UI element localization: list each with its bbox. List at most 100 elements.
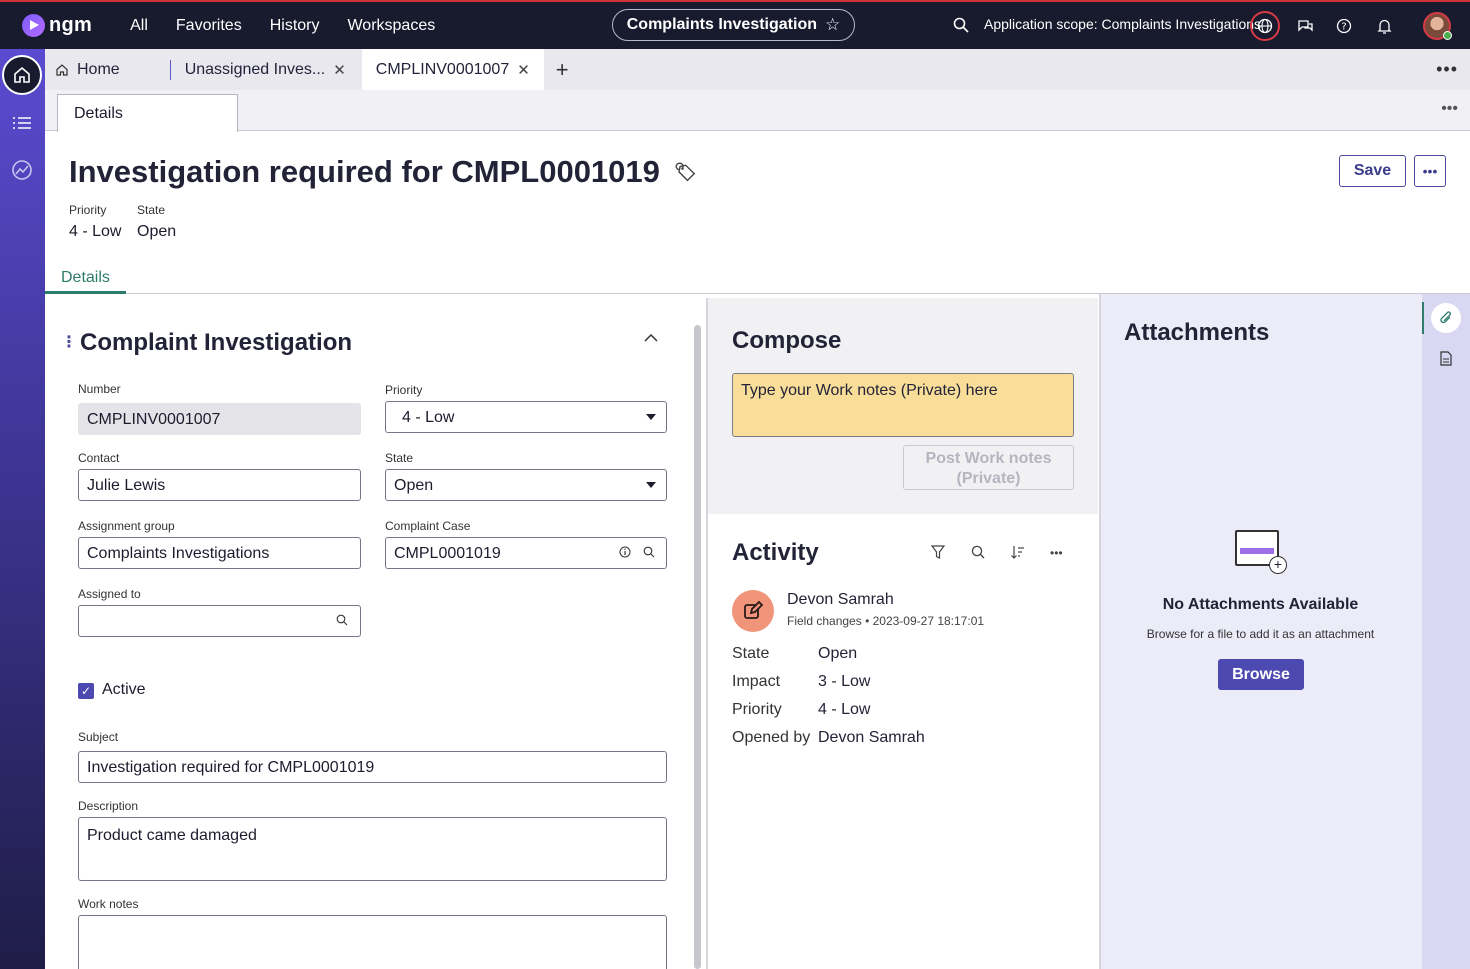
header-priority-label: Priority	[69, 203, 107, 217]
search-icon[interactable]	[643, 546, 655, 558]
new-tab-icon[interactable]: +	[556, 57, 569, 83]
home-small-icon	[56, 63, 68, 76]
activity-author: Devon Samrah	[787, 591, 894, 608]
work-notes-field[interactable]	[78, 915, 667, 969]
complaint-case-value: CMPL0001019	[394, 545, 501, 562]
nav-favorites[interactable]: Favorites	[176, 17, 242, 35]
paperclip-icon[interactable]	[1431, 303, 1461, 333]
header-state: State Open	[137, 203, 176, 241]
info-icon[interactable]	[619, 546, 631, 558]
top-navigation: ngm All Favorites History Workspaces Com…	[0, 0, 1470, 49]
record-title: Investigation required for CMPL0001019	[69, 154, 660, 189]
close-icon[interactable]: ✕	[517, 61, 530, 79]
activity-type: Field changes	[787, 614, 862, 628]
more-actions-button[interactable]: •••	[1414, 155, 1446, 187]
assignment-group-field[interactable]: Complaints Investigations	[78, 537, 361, 569]
svg-text:?: ?	[1341, 22, 1346, 33]
plus-icon: +	[1269, 556, 1287, 574]
workspace-pill[interactable]: Complaints Investigation ☆	[612, 9, 855, 41]
app-logo[interactable]: ngm	[22, 14, 92, 37]
record-tabs: Home Unassigned Inves... ✕ CMPLINV000100…	[45, 49, 1470, 90]
bell-icon[interactable]	[1369, 11, 1399, 41]
search-icon[interactable]	[336, 614, 348, 626]
search-icon[interactable]	[953, 17, 969, 33]
filter-icon[interactable]	[931, 545, 945, 560]
logo-icon	[22, 14, 45, 37]
globe-icon[interactable]	[1250, 11, 1280, 41]
more-icon[interactable]: •••	[1050, 546, 1063, 560]
tab-details[interactable]: Details	[61, 269, 110, 287]
user-avatar[interactable]	[1423, 12, 1452, 40]
priority-select[interactable]: 4 - Low	[385, 401, 667, 433]
subtab-details[interactable]: Details	[57, 94, 238, 132]
assignment-group-label: Assignment group	[78, 519, 175, 533]
save-button[interactable]: Save	[1339, 155, 1406, 187]
presence-indicator	[1443, 31, 1452, 40]
help-icon[interactable]: ?	[1329, 11, 1359, 41]
left-rail	[0, 49, 45, 969]
list-icon[interactable]	[10, 111, 34, 135]
complaint-case-label: Complaint Case	[385, 519, 471, 533]
search-icon[interactable]	[971, 545, 985, 559]
section-title: Complaint Investigation	[80, 329, 353, 356]
browse-button[interactable]: Browse	[1218, 659, 1304, 690]
tab-home[interactable]: Home	[45, 49, 130, 90]
tag-icon[interactable]: 🏷︎	[674, 162, 697, 183]
nav-workspaces[interactable]: Workspaces	[347, 17, 435, 35]
context-side-rail	[1422, 294, 1470, 969]
activity-field-key: Impact	[732, 673, 781, 690]
priority-label: Priority	[385, 383, 423, 397]
chevron-up-icon[interactable]	[643, 333, 659, 343]
assigned-to-field[interactable]	[78, 605, 361, 637]
activity-timestamp: 2023-09-27 18:17:01	[872, 614, 985, 628]
application-scope: Application scope: Complaints Investigat…	[984, 16, 1262, 32]
attachments-empty-title: No Attachments Available	[1162, 596, 1359, 613]
activity-field-value: Open	[818, 645, 858, 662]
contact-field[interactable]: Julie Lewis	[78, 469, 361, 501]
work-notes-compose-input[interactable]: Type your Work notes (Private) here	[732, 373, 1074, 437]
home-icon[interactable]	[2, 55, 42, 95]
attachments-hint: Browse for a file to add it as an attach…	[1146, 627, 1375, 641]
number-field: CMPLINV0001007	[78, 403, 361, 435]
complaint-case-field[interactable]: CMPL0001019	[385, 537, 667, 569]
tab-record-label: CMPLINV0001007	[375, 60, 510, 78]
chat-icon[interactable]	[1290, 11, 1320, 41]
nav-all[interactable]: All	[130, 17, 148, 35]
assigned-to-label: Assigned to	[78, 587, 141, 601]
active-tab-indicator	[45, 291, 126, 294]
compose-title: Compose	[732, 327, 842, 354]
active-checkbox[interactable]: ✓	[78, 683, 94, 699]
state-label: State	[385, 451, 414, 465]
edit-icon	[732, 590, 774, 632]
form-scrollbar[interactable]	[694, 325, 701, 969]
close-icon[interactable]: ✕	[333, 61, 346, 79]
activity-field-value: 4 - Low	[818, 701, 871, 718]
star-icon[interactable]: ☆	[825, 15, 840, 35]
header-state-value: Open	[137, 223, 177, 240]
description-field[interactable]: Product came damaged	[78, 817, 667, 881]
main-menu: All Favorites History Workspaces	[130, 17, 435, 35]
record-title-row: Investigation required for CMPL0001019 🏷…	[69, 154, 697, 190]
tab-record[interactable]: CMPLINV0001007 ✕	[361, 49, 544, 90]
sort-icon[interactable]	[1011, 545, 1025, 559]
attachments-title: Attachments	[1124, 319, 1270, 346]
activity-field-key: Opened by	[732, 729, 811, 746]
document-icon[interactable]	[1431, 343, 1461, 373]
state-select[interactable]: Open	[385, 469, 667, 501]
tab-unassigned[interactable]: Unassigned Inves... ✕	[175, 49, 356, 90]
description-label: Description	[78, 799, 139, 813]
activity-meta: Field changes • 2023-09-27 18:17:01	[787, 614, 984, 628]
work-notes-label: Work notes	[78, 897, 139, 911]
more-icon[interactable]: •••	[1436, 59, 1458, 80]
nav-history[interactable]: History	[270, 17, 320, 35]
drag-handle-icon[interactable]: ⋮	[61, 332, 77, 352]
chevron-down-icon	[646, 482, 656, 488]
post-work-notes-button[interactable]: Post Work notes (Private)	[903, 445, 1074, 490]
activity-title: Activity	[732, 539, 819, 566]
more-icon[interactable]: •••	[1441, 100, 1458, 118]
separator-dot: •	[865, 614, 873, 628]
analytics-icon[interactable]	[10, 158, 34, 182]
workspace-title: Complaints Investigation	[626, 16, 817, 33]
active-label: Active	[102, 681, 146, 698]
subject-field[interactable]: Investigation required for CMPL0001019	[78, 751, 667, 783]
